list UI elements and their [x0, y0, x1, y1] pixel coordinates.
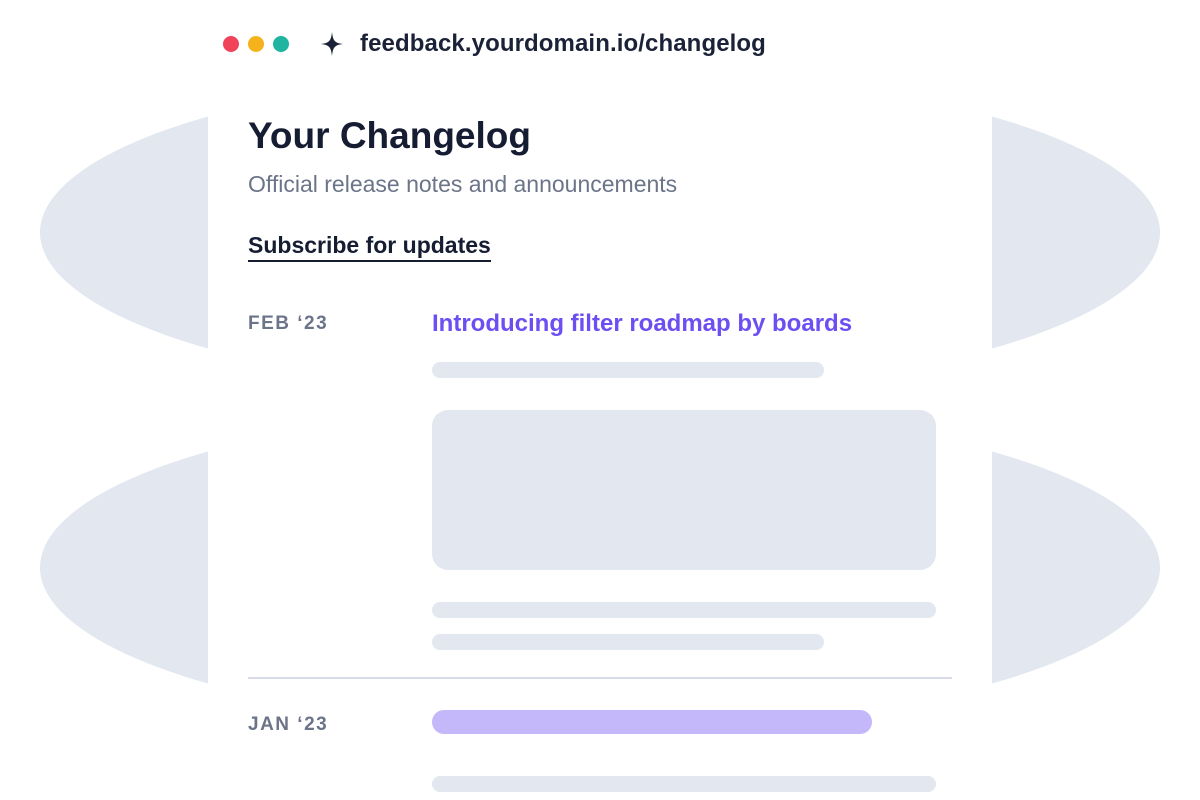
page-subtitle: Official release notes and announcements: [248, 171, 678, 197]
entry-date: FEB ‘23: [248, 313, 329, 334]
page-title: Your Changelog: [248, 115, 531, 156]
maximize-window-dot[interactable]: [273, 36, 289, 52]
skeleton-text-line: [432, 602, 936, 618]
skeleton-text-line: [432, 362, 824, 378]
entry-date: JAN ‘23: [248, 714, 329, 735]
browser-titlebar: feedback.yourdomain.io/changelog: [208, 12, 992, 76]
skeleton-text-line: [432, 634, 824, 650]
entry-title-link[interactable]: Introducing filter roadmap by boards: [432, 310, 852, 338]
minimize-window-dot[interactable]: [248, 36, 264, 52]
address-bar-url[interactable]: feedback.yourdomain.io/changelog: [360, 30, 766, 58]
sparkle-icon: [321, 32, 343, 56]
close-window-dot[interactable]: [223, 36, 239, 52]
skeleton-entry-title: [432, 710, 872, 734]
skeleton-image-placeholder: [432, 410, 936, 570]
browser-window: feedback.yourdomain.io/changelog Your Ch…: [208, 12, 992, 800]
subscribe-link[interactable]: Subscribe for updates: [248, 232, 491, 262]
entry-divider: [248, 677, 952, 679]
skeleton-text-line: [432, 776, 936, 792]
